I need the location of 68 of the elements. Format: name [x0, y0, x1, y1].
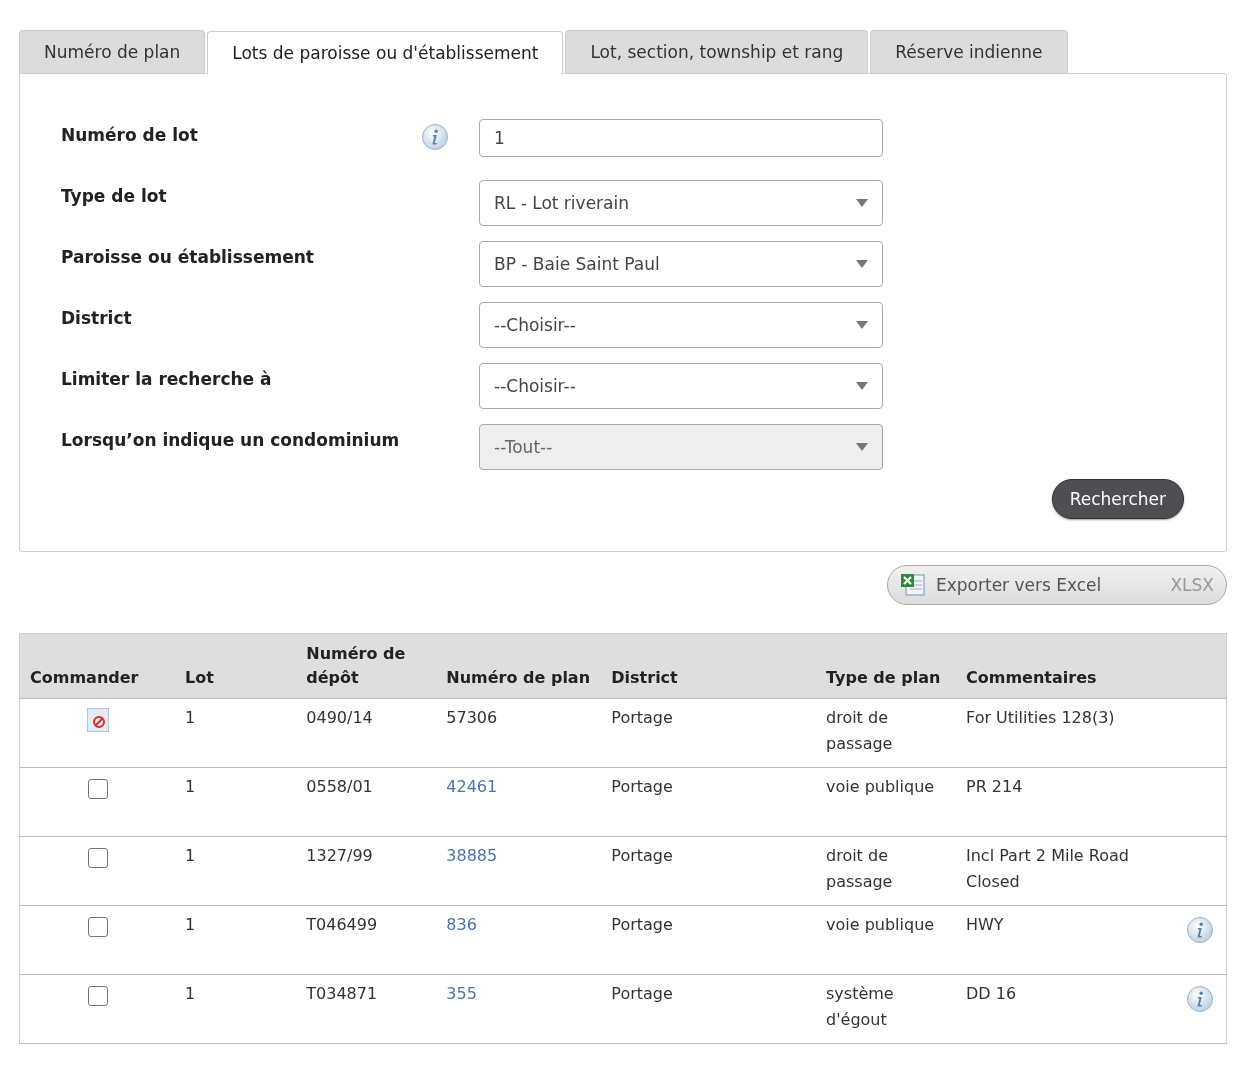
info-icon[interactable]	[421, 123, 449, 151]
field-label: Limiter la recherche à	[61, 368, 273, 389]
table-cell: droit de passage	[816, 698, 956, 768]
field-label: Paroisse ou établissement	[61, 246, 315, 267]
table-cell: droit de passage	[816, 836, 956, 906]
column-header: Commentaires	[956, 633, 1176, 699]
column-header: Numéro de dépôt	[296, 633, 437, 699]
info-icon[interactable]	[1186, 916, 1214, 944]
table-cell: 1	[175, 974, 297, 1044]
table-cell: Portage	[601, 974, 816, 1044]
plan-link[interactable]: 355	[446, 984, 477, 1003]
table-cell: DD 16	[956, 974, 1176, 1044]
search-button[interactable]: Rechercher	[1051, 479, 1184, 519]
column-header: Type de plan	[816, 633, 956, 699]
table-cell: T034871	[296, 974, 437, 1044]
caret-icon	[856, 321, 868, 329]
tab[interactable]: Réserve indienne	[870, 30, 1068, 73]
plan-link[interactable]: 38885	[446, 846, 498, 865]
plan-link[interactable]: 836	[446, 915, 477, 934]
tab[interactable]: Lot, section, township et rang	[565, 30, 869, 73]
table-cell: HWY	[956, 905, 1176, 975]
table-cell: Portage	[601, 698, 816, 768]
table-cell: 1	[175, 905, 297, 975]
order-checkbox[interactable]	[87, 847, 108, 868]
unavailable-icon	[86, 707, 109, 732]
table-cell: Incl Part 2 Mile Road Closed	[956, 836, 1176, 906]
caret-icon	[856, 260, 868, 268]
tab[interactable]: Lots de paroisse ou d'établissement	[207, 31, 564, 74]
dropdown[interactable]: --Choisir--	[479, 302, 883, 348]
spreadsheet-icon	[900, 573, 926, 597]
field-label: Numéro de lot	[61, 124, 199, 145]
dropdown[interactable]: RL - Lot riverain	[479, 180, 883, 226]
dropdown[interactable]: --Choisir--	[479, 363, 883, 409]
column-header: Commander	[19, 633, 175, 699]
export-button[interactable]: Exporter vers Excel XLSX	[887, 565, 1227, 605]
table-cell: Portage	[601, 905, 816, 975]
table-cell: système d'égout	[816, 974, 956, 1044]
column-header: Lot	[175, 633, 297, 699]
order-checkbox[interactable]	[87, 985, 108, 1006]
table-cell: 1	[175, 698, 297, 768]
table-cell: 0558/01	[296, 767, 437, 837]
table-cell: 1	[175, 836, 297, 906]
table-cell: Portage	[601, 836, 816, 906]
table-cell: T046499	[296, 905, 437, 975]
info-icon[interactable]	[1186, 985, 1214, 1013]
field-label: District	[61, 307, 133, 328]
table-cell: Portage	[601, 767, 816, 837]
caret-icon	[856, 199, 868, 207]
caret-icon	[856, 443, 868, 451]
plan-link[interactable]: 42461	[446, 777, 498, 796]
table-cell: 0490/14	[296, 698, 437, 768]
table-cell: For Utilities 128(3)	[956, 698, 1176, 768]
lot-number-field[interactable]: 1	[479, 119, 883, 157]
table-cell: voie publique	[816, 905, 956, 975]
table-cell: 57306	[446, 708, 498, 727]
caret-icon	[856, 382, 868, 390]
table-cell: 1	[175, 767, 297, 837]
field-label: Type de lot	[61, 185, 168, 206]
field-label: Lorsqu’on indique un condominium	[61, 429, 401, 450]
table-cell: voie publique	[816, 767, 956, 837]
table-cell: 1327/99	[296, 836, 437, 906]
tab[interactable]: Numéro de plan	[19, 30, 206, 73]
column-header: District	[601, 633, 816, 699]
dropdown[interactable]: BP - Baie Saint Paul	[479, 241, 883, 287]
column-header: Numéro de plan	[436, 633, 602, 699]
table-cell: PR 214	[956, 767, 1176, 837]
order-checkbox[interactable]	[87, 778, 108, 799]
order-checkbox[interactable]	[87, 916, 108, 937]
